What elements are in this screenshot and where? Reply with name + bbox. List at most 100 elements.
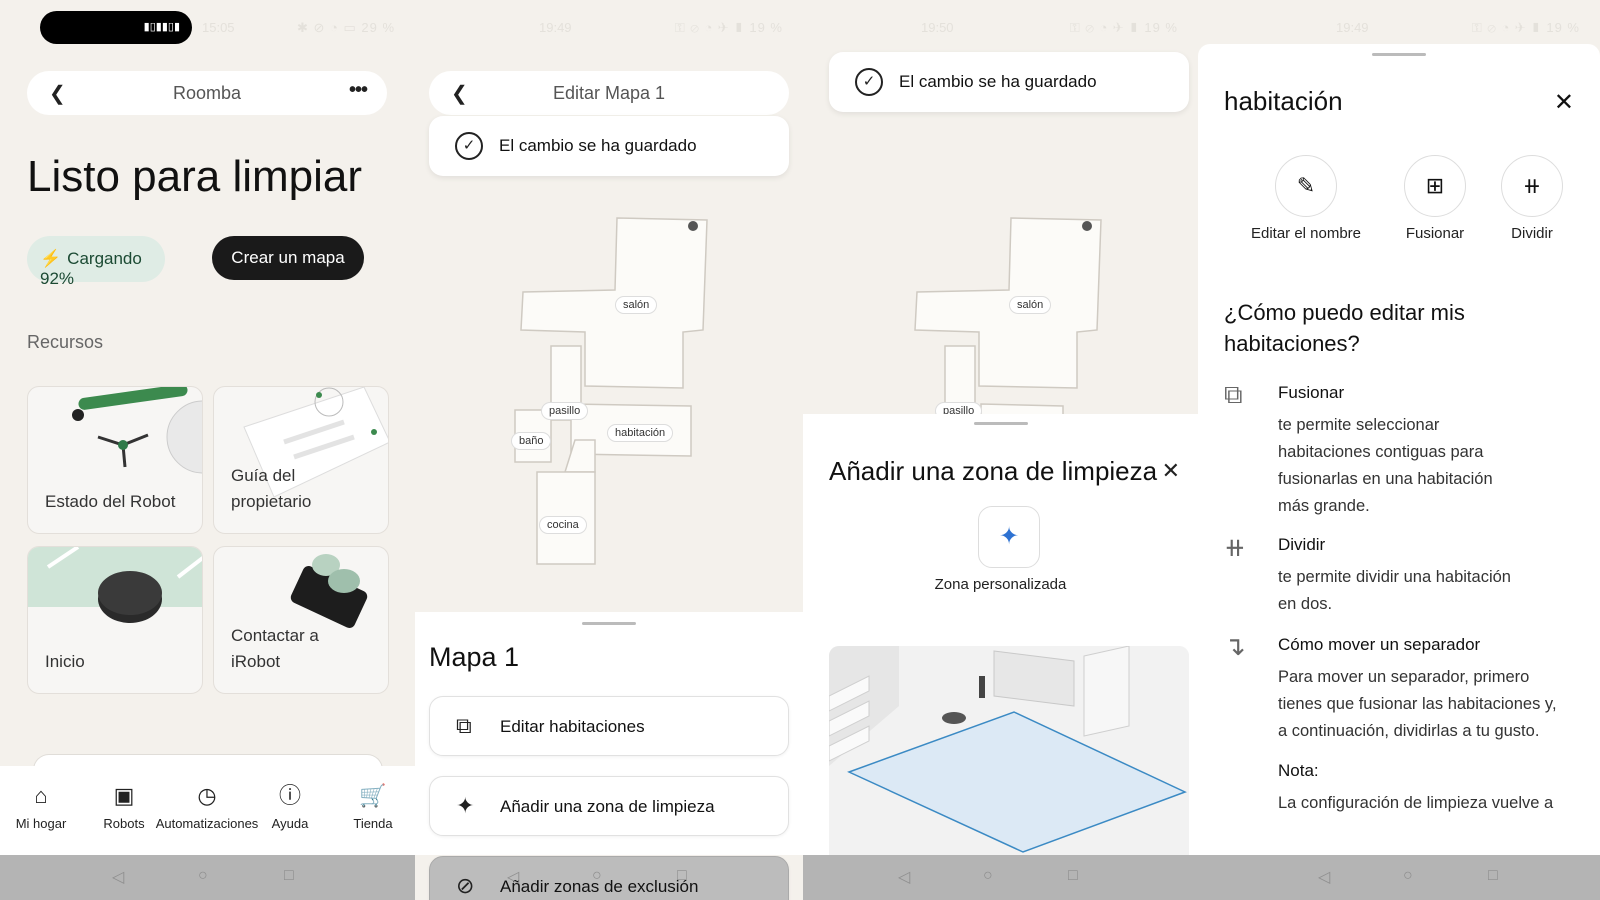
recording-pill: ▮▯▮▮▯▮ — [40, 11, 192, 44]
help-title: Fusionar — [1278, 383, 1345, 402]
status-bar: ▮▯▮▮▯▮ 15:05 ✱ ⊘ ◔ ▭ 29 % — [0, 0, 415, 55]
sheet-title: Añadir una zona de limpieza — [829, 456, 1158, 486]
card-label: Inicio — [45, 652, 85, 671]
room-label[interactable]: salón — [1009, 296, 1052, 314]
help-line: Para mover un separador, primero — [1278, 668, 1530, 686]
recents-nav-icon[interactable]: □ — [284, 867, 294, 885]
status-icons: ⚿ ⊘ ◔ ✈ ▮ 19 % — [1471, 20, 1580, 35]
floor-plan-svg — [514, 217, 708, 565]
merge-button[interactable]: ⊞ — [1404, 155, 1466, 217]
create-map-button[interactable]: Crear un mapa — [212, 236, 364, 280]
help-title: Nota: — [1278, 761, 1319, 780]
split-icon: ⧺ — [1522, 173, 1542, 198]
add-zone-sheet: Añadir una zona de limpieza ✕ ✦ Zona per… — [803, 414, 1198, 894]
help-title: Cómo mover un separador — [1278, 635, 1481, 654]
waveform-icon: ▮▯▮▮▯▮ — [143, 21, 180, 33]
nav-automations[interactable]: ◷ Automatizaciones — [148, 782, 266, 831]
room-label[interactable]: cocina — [539, 516, 587, 534]
card-owner-guide[interactable]: Guía del propietario — [213, 386, 389, 534]
help-question: ¿Cómo puedo editar mis habitaciones? — [1224, 300, 1465, 356]
help-line: más grande. — [1278, 497, 1370, 515]
roomba-home-screen: ▮▯▮▮▯▮ 15:05 ✱ ⊘ ◔ ▭ 29 % ❮ Roomba ••• L… — [0, 0, 415, 900]
sheet-title: Mapa 1 — [429, 642, 520, 672]
drag-handle[interactable] — [1372, 53, 1426, 56]
add-clean-zone-button[interactable]: ✦ Añadir una zona de limpieza — [429, 776, 789, 836]
card-home[interactable]: Inicio — [27, 546, 203, 694]
merge-label: Fusionar — [1405, 225, 1465, 242]
dock-icon — [1082, 221, 1092, 231]
recents-nav-icon[interactable]: □ — [1488, 867, 1498, 885]
split-button[interactable]: ⧺ — [1501, 155, 1563, 217]
pencil-icon: ✎ — [1296, 173, 1316, 198]
rename-label: Editar el nombre — [1250, 225, 1362, 242]
back-nav-icon[interactable]: ◁ — [898, 867, 910, 887]
back-nav-icon[interactable]: ◁ — [1318, 867, 1330, 887]
nav-label: Ayuda — [271, 816, 309, 831]
split-icon: ⧺ — [1224, 532, 1246, 562]
merge-icon: ⊞ — [1425, 173, 1445, 198]
room-label[interactable]: pasillo — [541, 402, 589, 420]
card-label-line2: iRobot — [231, 652, 281, 671]
home-icon: ⌂ — [34, 783, 48, 808]
custom-zone-button[interactable]: ✦ — [978, 506, 1040, 568]
home-nav-icon[interactable]: ○ — [592, 867, 602, 885]
room-label[interactable]: salón — [615, 296, 658, 314]
help-line: habitaciones contiguas para — [1278, 443, 1484, 461]
custom-zone-label: Zona personalizada — [934, 576, 1067, 593]
card-label-line1: Contactar a — [231, 626, 319, 645]
bottom-navigation: ⌂ Mi hogar ▣ Robots ◷ Automatizaciones ⓘ… — [0, 766, 415, 855]
close-icon[interactable]: ✕ — [1554, 88, 1574, 117]
header-bar: ❮ Roomba ••• — [27, 71, 387, 115]
option-label: Añadir una zona de limpieza — [500, 797, 715, 816]
dock-icon — [688, 221, 698, 231]
cart-icon: 🛒 — [359, 783, 387, 808]
merge-icon: ⧉ — [1224, 379, 1243, 409]
drag-handle[interactable] — [973, 422, 1028, 425]
nav-home[interactable]: ⌂ Mi hogar — [8, 782, 74, 831]
rename-button[interactable]: ✎ — [1275, 155, 1337, 217]
home-nav-icon[interactable]: ○ — [983, 867, 993, 885]
room-label[interactable]: habitación — [607, 424, 674, 442]
home-nav-icon[interactable]: ○ — [198, 867, 208, 885]
back-nav-icon[interactable]: ◁ — [112, 867, 124, 887]
help-line: te permite seleccionar — [1278, 416, 1440, 434]
more-options-icon[interactable]: ••• — [349, 79, 368, 102]
split-label: Dividir — [1511, 225, 1553, 242]
back-nav-icon[interactable]: ◁ — [507, 867, 519, 887]
sparkle-icon: ✦ — [998, 523, 1020, 550]
edit-map-screen: 19:49 ⚿ ⊘ ◔ ✈ ▮ 19 % ❮ Editar Mapa 1 ✓ E… — [415, 0, 803, 900]
option-label: Editar habitaciones — [500, 717, 645, 736]
help-line: en dos. — [1278, 595, 1333, 613]
nav-help[interactable]: ⓘ Ayuda — [266, 782, 314, 831]
help-title: Dividir — [1278, 535, 1326, 554]
card-label: Estado del Robot — [45, 492, 176, 511]
nav-label: Mi hogar — [15, 816, 67, 831]
drag-handle[interactable] — [582, 622, 636, 625]
recents-nav-icon[interactable]: □ — [677, 867, 687, 885]
charging-badge: ⚡ Cargando 92% — [27, 236, 165, 288]
resources-heading: Recursos — [27, 332, 104, 352]
close-icon[interactable]: ✕ — [1162, 458, 1180, 484]
floor-plan-svg — [914, 217, 1102, 420]
help-text: te permite dividir una habitación en dos… — [1278, 564, 1588, 618]
card-contact[interactable]: Contactar a iRobot — [213, 546, 389, 694]
help-text: La configuración de limpieza vuelve a — [1278, 790, 1588, 817]
room-label[interactable]: baño — [511, 432, 552, 450]
room-actions-screen: 19:49 ⚿ ⊘ ◔ ✈ ▮ 19 % habitación ✕ ✎ Edit… — [1198, 0, 1600, 900]
nav-store[interactable]: 🛒 Tienda — [346, 782, 400, 831]
nav-label: Robots — [103, 816, 145, 831]
card-label-line2: propietario — [231, 492, 312, 511]
nav-robots[interactable]: ▣ Robots — [98, 782, 150, 831]
help-line: La configuración de limpieza vuelve a — [1278, 794, 1554, 812]
status-icons: ✱ ⊘ ◔ ▭ 29 % — [297, 20, 395, 35]
help-icon: ⓘ — [278, 783, 301, 808]
recents-nav-icon[interactable]: □ — [1068, 867, 1078, 885]
edit-square-icon: ⧉ — [456, 713, 472, 738]
add-zone-screen: 19:50 ⚿ ⊘ ◔ ✈ ▮ 19 % ✓ El cambio se ha g… — [803, 0, 1198, 900]
system-navigation-bar: ◁ ○ □ — [1198, 855, 1600, 900]
room-sheet: habitación ✕ ✎ Editar el nombre ⊞ Fusion… — [1198, 44, 1600, 855]
card-robot-status[interactable]: Estado del Robot — [27, 386, 203, 534]
robot-icon: ▣ — [113, 783, 135, 808]
home-nav-icon[interactable]: ○ — [1403, 867, 1413, 885]
edit-rooms-button[interactable]: ⧉ Editar habitaciones — [429, 696, 789, 756]
